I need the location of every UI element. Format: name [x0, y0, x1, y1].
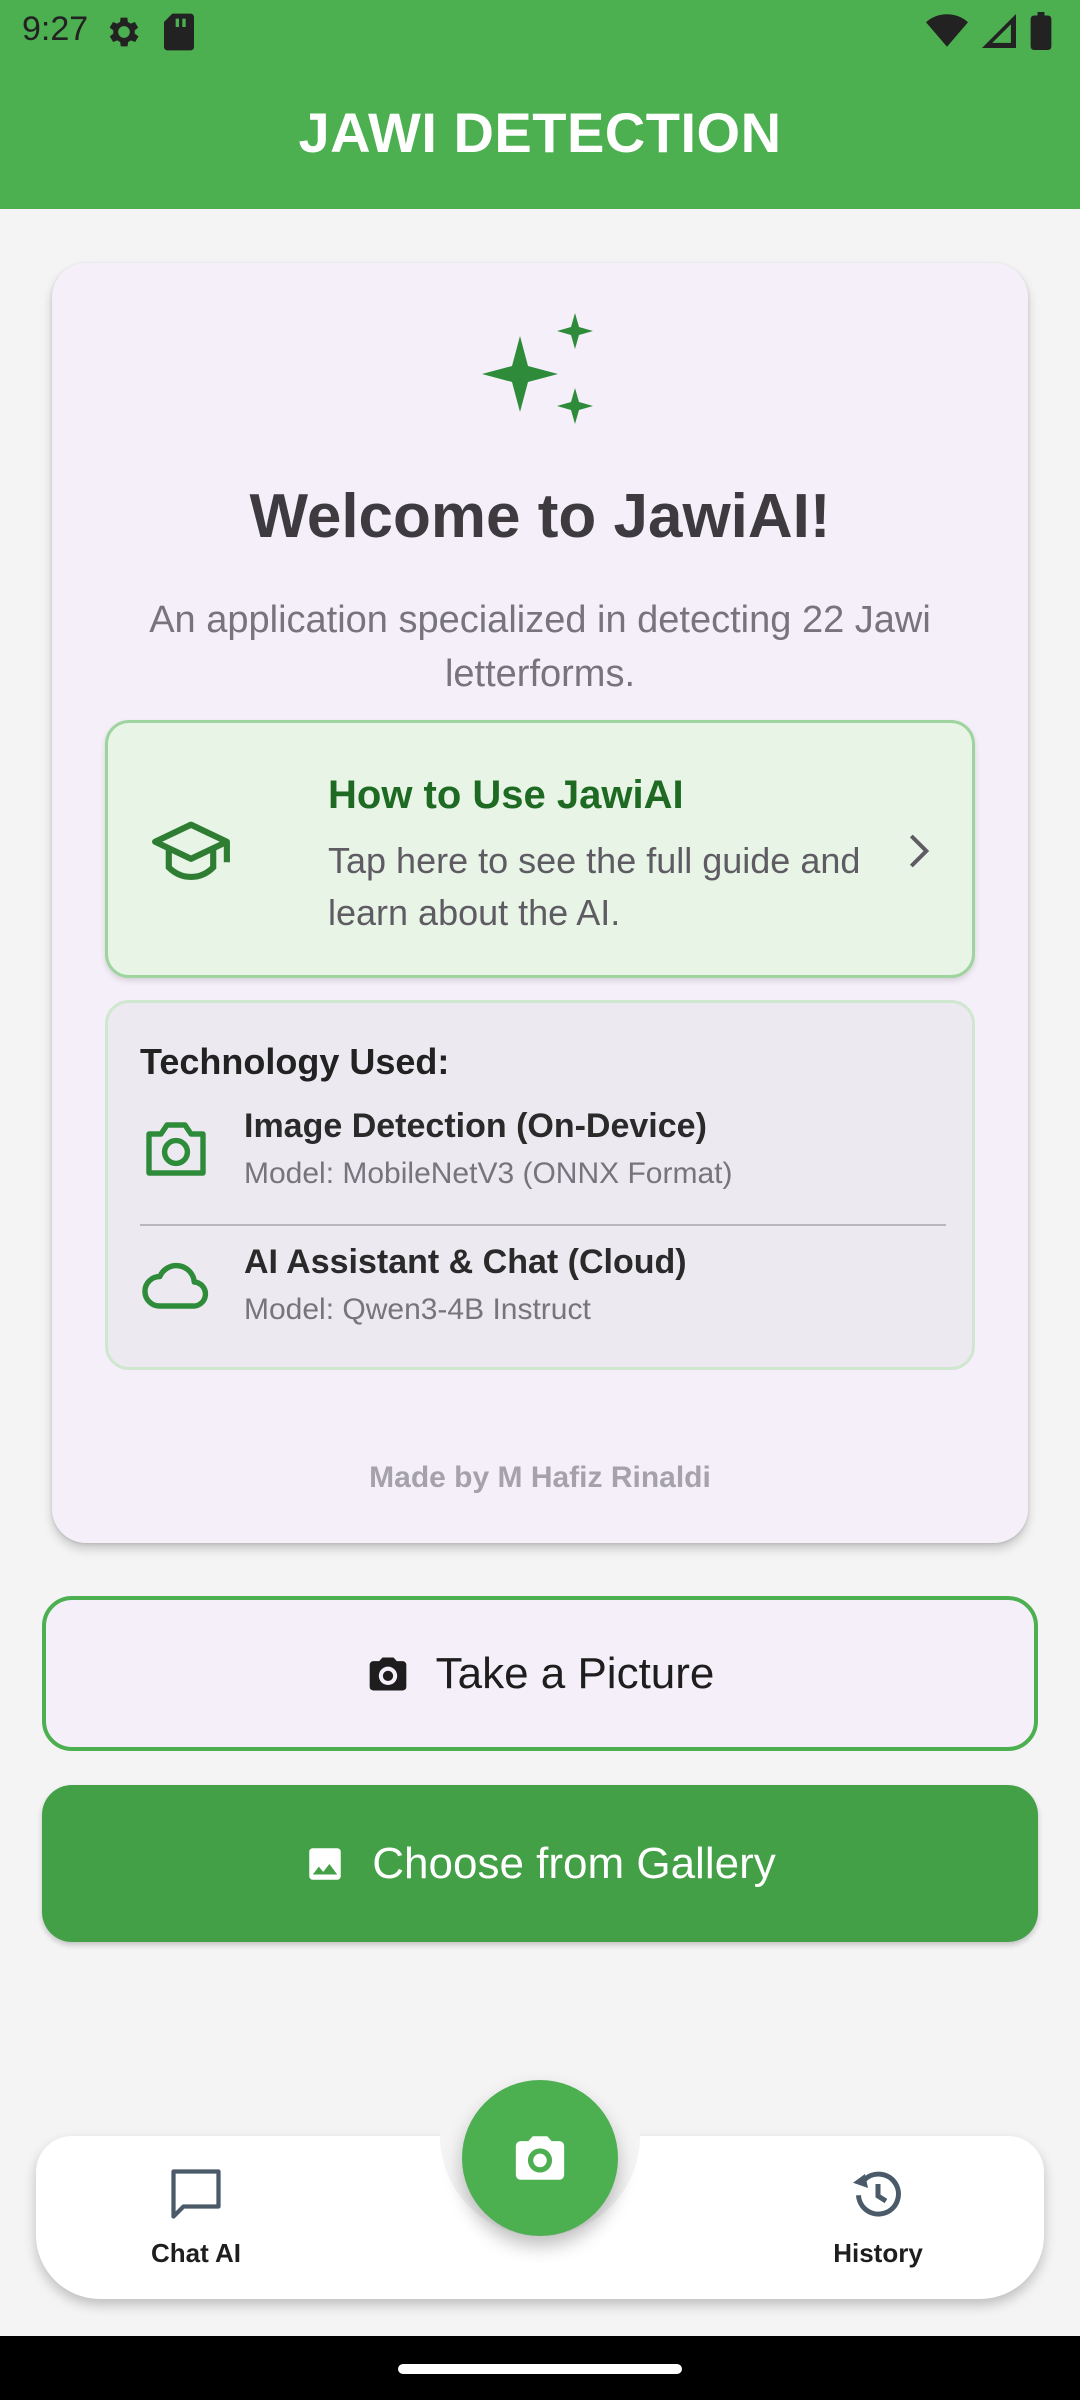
take-picture-button[interactable]: Take a Picture [42, 1596, 1038, 1751]
camera-icon [515, 2136, 565, 2180]
divider [140, 1224, 946, 1226]
status-time: 9:27 [22, 10, 89, 48]
choose-gallery-label: Choose from Gallery [372, 1838, 776, 1888]
choose-gallery-button[interactable]: Choose from Gallery [42, 1785, 1038, 1942]
nav-history-label: History [833, 2238, 923, 2268]
sd-card-icon [164, 13, 194, 51]
sparkle-icon [482, 313, 593, 424]
camera-icon [369, 1657, 406, 1690]
status-bar: 9:27 [0, 0, 1080, 64]
chat-icon [171, 2169, 221, 2219]
app-screen: 9:27 JAWI DETECTION Welcome to JawiAI! A… [0, 0, 1080, 2400]
technology-heading: Technology Used: [140, 1041, 450, 1082]
chevron-right-icon [909, 834, 930, 868]
app-bar: 9:27 JAWI DETECTION [0, 0, 1080, 209]
tech-item-ai-assistant: AI Assistant & Chat (Cloud) Model: Qwen3… [108, 1239, 978, 1349]
welcome-card: Welcome to JawiAI! An application specia… [52, 263, 1028, 1543]
tech-item-title: Image Detection (On-Device) [244, 1107, 707, 1145]
history-icon [853, 2171, 901, 2217]
cloud-icon [142, 1262, 209, 1309]
nav-history[interactable]: History [768, 2164, 988, 2269]
technology-card: Technology Used: Image Detection (On-Dev… [105, 1000, 975, 1370]
tech-item-image-detection: Image Detection (On-Device) Model: Mobil… [108, 1103, 978, 1213]
tech-item-title: AI Assistant & Chat (Cloud) [244, 1243, 687, 1281]
nav-chat-ai[interactable]: Chat AI [86, 2164, 306, 2269]
tech-item-model: Model: MobileNetV3 (ONNX Format) [244, 1157, 733, 1190]
settings-icon [109, 17, 139, 47]
battery-icon [1030, 12, 1052, 50]
graduation-cap-icon [152, 821, 230, 881]
signal-icon [982, 14, 1016, 48]
image-icon [309, 1847, 341, 1880]
guide-description: Tap here to see the full guide and learn… [328, 840, 861, 933]
welcome-title: Welcome to JawiAI! [249, 482, 831, 551]
app-title: JAWI DETECTION [298, 101, 782, 164]
tech-item-model: Model: Qwen3-4B Instruct [244, 1293, 591, 1326]
home-indicator[interactable] [398, 2364, 682, 2374]
status-left-icons [104, 12, 196, 52]
how-to-use-card[interactable]: How to Use JawiAI Tap here to see the fu… [105, 720, 975, 978]
guide-title: How to Use JawiAI [328, 773, 684, 817]
camera-outline-icon [146, 1122, 206, 1176]
wifi-icon [926, 14, 968, 47]
nav-chat-label: Chat AI [150, 2238, 242, 2268]
camera-fab[interactable] [462, 2080, 618, 2236]
take-picture-label: Take a Picture [435, 1648, 715, 1698]
system-navigation-bar [0, 2336, 1080, 2400]
welcome-subtitle: An application specialized in detecting … [149, 599, 931, 695]
status-right-icons [926, 12, 1052, 50]
made-by-text: Made by M Hafiz Rinaldi [369, 1461, 711, 1494]
